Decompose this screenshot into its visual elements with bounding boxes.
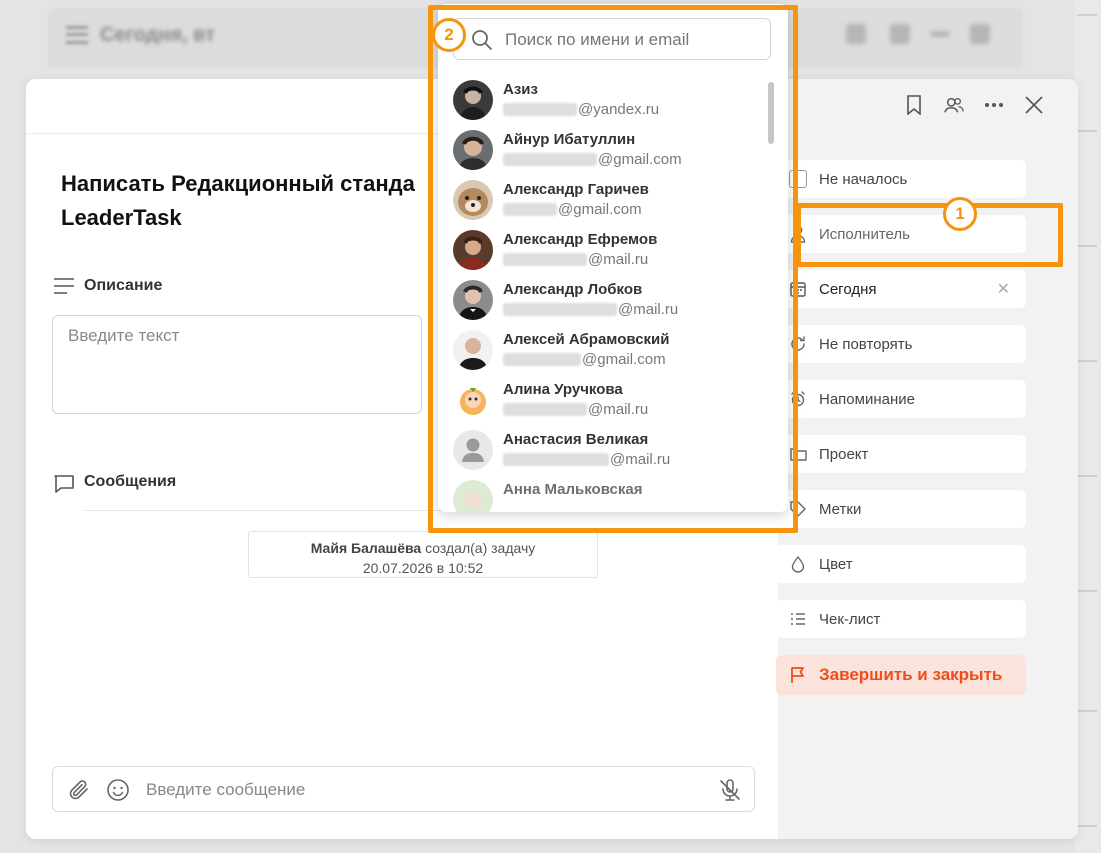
reminder-button[interactable]: Напоминание — [776, 380, 1026, 418]
flag-icon — [791, 667, 804, 683]
repeat-button[interactable]: Не повторять — [776, 325, 1026, 363]
filter-icon — [846, 24, 866, 44]
repeat-label: Не повторять — [819, 335, 913, 353]
more-icon — [930, 31, 950, 37]
annotation-badge-1: 1 — [943, 197, 977, 231]
color-label: Цвет — [819, 555, 853, 573]
microphone-off-icon[interactable] — [718, 778, 742, 802]
tags-button[interactable]: Метки — [776, 490, 1026, 528]
finish-button[interactable]: Завершить и закрыть — [776, 655, 1026, 695]
project-label: Проект — [819, 445, 869, 463]
tags-label: Метки — [819, 500, 862, 518]
description-input[interactable]: Введите текст — [52, 315, 422, 414]
message-placeholder: Введите сообщение — [146, 780, 306, 799]
messages-label: Сообщения — [84, 473, 177, 490]
project-button[interactable]: Проект — [776, 435, 1026, 473]
date-label: Сегодня — [819, 280, 877, 298]
finish-label: Завершить и закрыть — [819, 665, 1003, 684]
background-right-panel — [1075, 0, 1101, 853]
checklist-button[interactable]: Чек-лист — [776, 600, 1026, 638]
messages-icon — [54, 475, 74, 493]
checklist-label: Чек-лист — [819, 610, 881, 628]
attachment-icon[interactable] — [67, 778, 91, 802]
status-label: Не началось — [819, 170, 908, 188]
task-title[interactable]: Написать Редакционный станда LeaderTask — [61, 167, 441, 235]
status-button[interactable]: Не началось — [776, 160, 1026, 198]
annotation-badge-2: 2 — [432, 18, 466, 52]
emoji-icon[interactable] — [106, 778, 130, 802]
created-author: Майя Балашёва — [310, 540, 422, 556]
close-icon[interactable] — [1024, 95, 1044, 115]
description-label: Описание — [84, 277, 163, 294]
drop-icon — [791, 555, 805, 573]
more-icon[interactable] — [984, 95, 1004, 115]
color-button[interactable]: Цвет — [776, 545, 1026, 583]
created-time: 20.07.2026 в 10:52 — [362, 560, 484, 576]
bookmark-icon[interactable] — [904, 95, 924, 115]
menu-icon — [66, 26, 88, 44]
background-title: Сегодня, вт — [100, 24, 215, 46]
date-button[interactable]: Сегодня ✕ — [776, 270, 1026, 308]
tool-icon — [890, 24, 910, 44]
message-input[interactable]: Введите сообщение — [52, 766, 755, 812]
annotation-box-1 — [796, 203, 1063, 267]
created-action: создал(а) задачу — [425, 540, 536, 556]
modal-header-actions — [904, 95, 1044, 115]
users-icon[interactable] — [944, 95, 964, 115]
settings-icon — [970, 24, 990, 44]
reminder-label: Напоминание — [819, 390, 915, 408]
checklist-icon — [791, 613, 805, 625]
description-icon — [54, 278, 74, 294]
annotation-box-2 — [428, 5, 798, 533]
clear-date-icon[interactable]: ✕ — [997, 279, 1010, 299]
task-created-note: Майя Балашёва создал(а) задачу 20.07.202… — [248, 531, 598, 578]
